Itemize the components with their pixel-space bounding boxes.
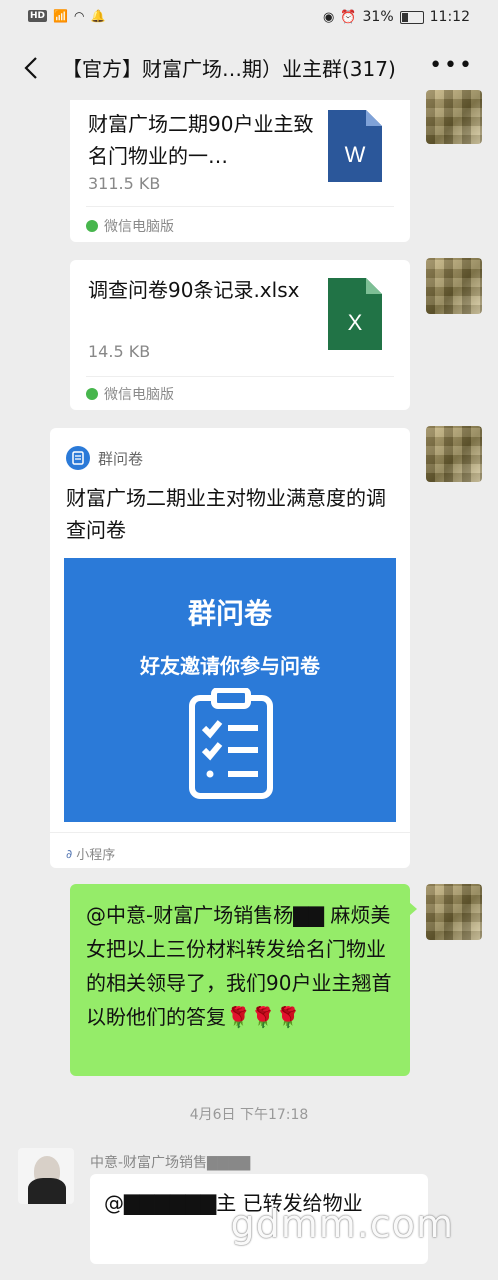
chat-header: 【官方】财富广场…期）业主群(317) ••• (0, 36, 498, 100)
miniprogram-app-name: 群问卷 (98, 450, 144, 468)
banner-subtitle: 好友邀请你参与问卷 (140, 654, 320, 678)
file-message-excel[interactable]: 调查问卷90条记录.xlsx 14.5 KB X 微信电脑版 (70, 260, 410, 410)
chat-title: 【官方】财富广场…期）业主群(317) (62, 57, 396, 81)
miniprogram-app-icon (66, 446, 90, 470)
divider (86, 206, 394, 207)
excel-doc-icon: X (328, 278, 382, 350)
file-size: 14.5 KB (88, 342, 151, 361)
bubble-tail (409, 902, 417, 916)
sender-name: 中意-财富广场销售▇▇▇▇ (90, 1155, 251, 1171)
status-bar: HD 📶 ◠ 🔔 ◉ ⏰ 31% 11:12 (0, 0, 498, 36)
banner-title: 群问卷 (187, 597, 272, 630)
avatar[interactable] (426, 90, 482, 144)
avatar[interactable] (426, 258, 482, 314)
file-message-word[interactable]: 财富广场二期90户业主致名门物业的一… 311.5 KB W 微信电脑版 (70, 100, 410, 242)
hd-icon: HD (28, 10, 48, 22)
avatar[interactable] (426, 426, 482, 482)
miniprogram-link-icon: ∂ (66, 846, 73, 861)
timestamp: 4月6日 下午17:18 (189, 1107, 309, 1123)
battery-percent: 31% (362, 9, 394, 25)
alarm-icon: ⏰ (340, 9, 357, 25)
source-label: 微信电脑版 (86, 384, 174, 404)
wechat-icon (86, 220, 98, 232)
miniprogram-footer: ∂ 小程序 (66, 846, 116, 864)
avatar[interactable] (18, 1148, 74, 1204)
message-text: @中意-财富广场销售杨▇▇ 麻烦美女把以上三份材料转发给名门物业的相关领导了，我… (86, 903, 392, 1029)
file-name: 财富广场二期90户业主致名门物业的一… (88, 112, 314, 168)
wechat-icon (86, 388, 98, 400)
miniprogram-banner: 群问卷 好友邀请你参与问卷 (64, 558, 396, 822)
clipboard-icon (188, 687, 274, 804)
source-label: 微信电脑版 (86, 216, 174, 236)
notification-icon: 🔔 (90, 9, 106, 23)
signal-icon: 📶 (53, 9, 68, 23)
divider (86, 376, 394, 377)
divider (50, 832, 410, 833)
svg-text:X: X (348, 310, 363, 335)
wifi-icon: ◠ (73, 9, 85, 23)
file-name: 调查问卷90条记录.xlsx (88, 278, 300, 302)
word-doc-icon: W (328, 110, 382, 182)
file-size: 311.5 KB (88, 174, 161, 193)
svg-text:W: W (345, 142, 366, 167)
eye-icon: ◉ (322, 9, 335, 25)
battery-icon (399, 10, 424, 24)
watermark: gdmm.com (230, 1202, 454, 1246)
miniprogram-message[interactable]: 群问卷 财富广场二期业主对物业满意度的调查问卷 群问卷 好友邀请你参与问卷 ∂ … (50, 428, 410, 868)
clock: 11:12 (429, 9, 470, 25)
miniprogram-title: 财富广场二期业主对物业满意度的调查问卷 (66, 486, 386, 542)
back-button[interactable] (18, 52, 46, 84)
text-message[interactable]: @中意-财富广场销售杨▇▇ 麻烦美女把以上三份材料转发给名门物业的相关领导了，我… (70, 884, 417, 1076)
avatar[interactable] (426, 884, 482, 940)
